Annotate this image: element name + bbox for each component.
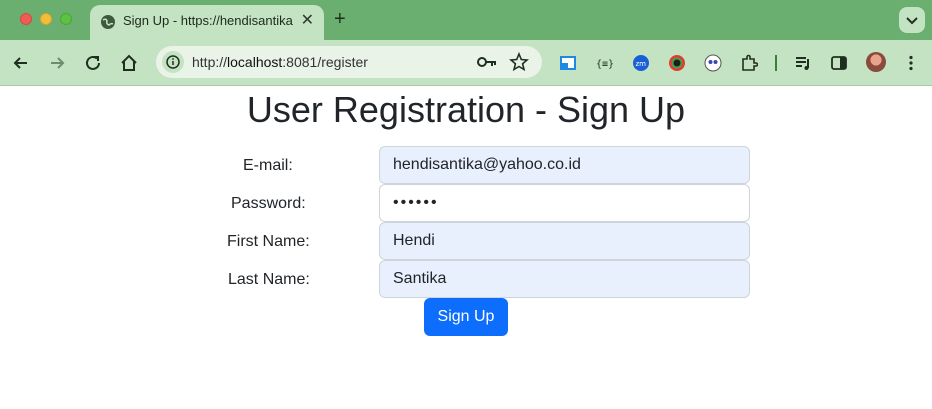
last-name-field[interactable]: Santika: [379, 260, 750, 298]
extension-window-icon[interactable]: [559, 54, 577, 72]
extensions-puzzle-icon[interactable]: [740, 54, 758, 72]
svg-text:{≡}: {≡}: [596, 59, 613, 70]
url-text: http://localhost:8081/register: [192, 54, 368, 70]
new-tab-button[interactable]: +: [334, 8, 346, 30]
address-bar[interactable]: http://localhost:8081/register: [156, 46, 542, 78]
window-minimize-button[interactable]: [40, 13, 52, 25]
tab-title: Sign Up - https://hendisantika: [123, 13, 293, 28]
home-icon[interactable]: [118, 52, 140, 74]
globe-icon: [101, 15, 115, 29]
browser-toolbar: http://localhost:8081/register {≡} zm: [0, 40, 932, 86]
back-icon[interactable]: [10, 52, 32, 74]
extension-json-icon[interactable]: {≡}: [595, 54, 613, 72]
first-name-field[interactable]: Hendi: [379, 222, 750, 260]
last-name-label: Last Name:: [228, 271, 310, 288]
toolbar-separator: [775, 55, 777, 71]
bookmark-star-icon[interactable]: [508, 51, 530, 73]
tab-search-button[interactable]: [899, 7, 925, 33]
browser-tab[interactable]: Sign Up - https://hendisantika ✕: [90, 5, 324, 40]
chevron-down-icon: [906, 17, 918, 25]
menu-icon[interactable]: [902, 54, 920, 72]
tab-strip: Sign Up - https://hendisantika ✕ +: [0, 0, 932, 40]
email-label: E-mail:: [243, 157, 293, 174]
sign-up-button[interactable]: Sign Up: [424, 298, 508, 336]
window-close-button[interactable]: [20, 13, 32, 25]
password-label: Password:: [231, 195, 306, 212]
password-field[interactable]: ••••••: [379, 184, 750, 222]
svg-text:zm: zm: [636, 60, 647, 68]
reading-list-icon[interactable]: [794, 54, 812, 72]
page-title: User Registration - Sign Up: [246, 89, 686, 130]
email-field[interactable]: hendisantika@yahoo.co.id: [379, 146, 750, 184]
profile-avatar-icon[interactable]: [866, 52, 886, 72]
site-info-icon[interactable]: [162, 51, 184, 73]
forward-icon[interactable]: [46, 52, 68, 74]
extension-owl-icon[interactable]: [704, 54, 722, 72]
window-maximize-button[interactable]: [60, 13, 72, 25]
reload-icon[interactable]: [82, 52, 104, 74]
key-icon[interactable]: [476, 53, 498, 71]
first-name-label: First Name:: [227, 233, 310, 250]
extension-zoom-icon[interactable]: zm: [632, 54, 650, 72]
extension-color-picker-icon[interactable]: [668, 54, 686, 72]
page-content: User Registration - Sign Up E-mail: hend…: [0, 87, 932, 409]
tab-close-icon[interactable]: ✕: [301, 12, 314, 30]
side-panel-icon[interactable]: [830, 54, 848, 72]
